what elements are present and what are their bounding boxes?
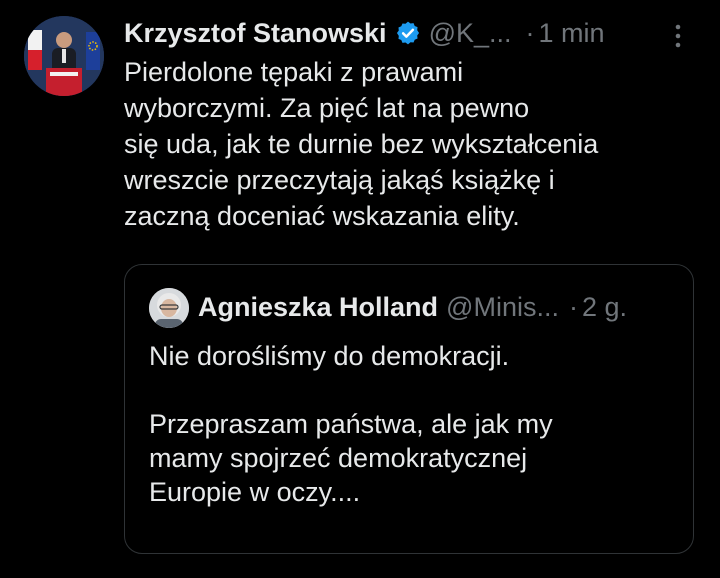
quoted-tweet[interactable]: Agnieszka Holland @Minis... · 2 g. Nie d…: [124, 264, 694, 554]
author-avatar[interactable]: [24, 16, 104, 96]
quoted-author-handle[interactable]: @Minis...: [446, 292, 559, 323]
tweet-text: Pierdolone tępaki z prawami wyborczymi. …: [124, 54, 694, 234]
quoted-tweet-text: Nie dorośliśmy do demokracji. Przeprasza…: [149, 339, 669, 509]
tweet-text-line: zaczną doceniać wskazania elity.: [124, 201, 520, 231]
author-handle[interactable]: @K_...: [429, 18, 512, 49]
quoted-author-avatar[interactable]: [149, 288, 189, 328]
quoted-text-line: Europie w oczy....: [149, 477, 361, 507]
quoted-text-blank-line: [149, 373, 669, 407]
quoted-header-separator: ·: [568, 291, 578, 322]
tweet-text-line: wyborczymi. Za pięć lat na pewno: [124, 93, 530, 123]
quoted-author-display-name[interactable]: Agnieszka Holland: [198, 292, 438, 323]
quoted-text-line: mamy spojrzeć demokratycznej: [149, 443, 528, 473]
tweet-text-line: wreszcie przeczytają jakąś książkę i: [124, 165, 555, 195]
tweet-text-line: się uda, jak te durnie bez wykształcenia: [124, 129, 599, 159]
tweet-text-line: Pierdolone tępaki z prawami: [124, 57, 464, 87]
quoted-text-line: Przepraszam państwa, ale jak my: [149, 409, 553, 439]
verified-badge-icon[interactable]: [395, 20, 421, 46]
tweet[interactable]: Krzysztof Stanowski @K_... · 1 min Pierd…: [0, 0, 720, 578]
quoted-tweet-timestamp[interactable]: 2 g.: [582, 292, 627, 323]
author-display-name[interactable]: Krzysztof Stanowski: [124, 18, 387, 49]
header-separator: ·: [525, 17, 535, 48]
quoted-text-line: Nie dorośliśmy do demokracji.: [149, 341, 510, 371]
more-options-icon[interactable]: [670, 22, 686, 50]
quoted-tweet-header: Agnieszka Holland @Minis... · 2 g.: [198, 289, 627, 325]
tweet-header: Krzysztof Stanowski @K_... · 1 min: [124, 14, 605, 52]
tweet-timestamp[interactable]: 1 min: [539, 18, 605, 49]
